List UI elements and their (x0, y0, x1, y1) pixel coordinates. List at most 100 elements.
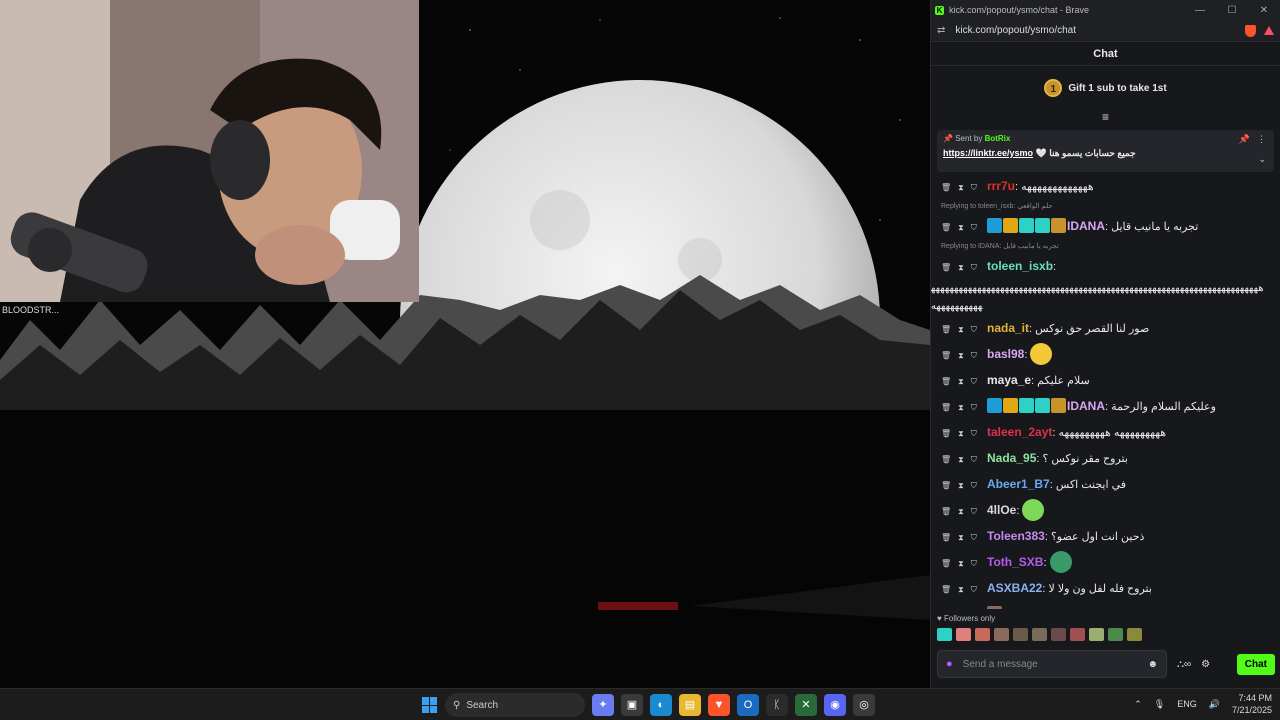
delete-icon[interactable]: 🗑 (941, 183, 951, 192)
ban-icon[interactable]: ⛉ (971, 559, 977, 568)
url-text[interactable]: kick.com/popout/ysmo/chat (955, 25, 1076, 36)
message-input[interactable]: ● Send a message ☻ (937, 650, 1167, 678)
timeout-icon[interactable]: ⧗ (958, 533, 964, 542)
terminal-icon[interactable]: ✕ (795, 694, 817, 716)
emote-icon[interactable] (1049, 551, 1072, 573)
timeout-icon[interactable]: ⧗ (958, 507, 964, 516)
minimize-button[interactable]: — (1184, 5, 1216, 16)
more-options-icon[interactable]: ⋮ (1257, 134, 1266, 145)
username[interactable]: Abeer1_B7 (987, 477, 1050, 491)
timeout-icon[interactable]: ⧗ (958, 183, 964, 192)
ban-icon[interactable]: ⛉ (971, 481, 977, 490)
timeout-icon[interactable]: ⧗ (958, 403, 964, 412)
taskbar-search[interactable]: ⚲ Search (445, 693, 585, 717)
clock[interactable]: 7:44 PM 7/21/2025 (1232, 692, 1272, 716)
timeout-icon[interactable]: ⧗ (958, 351, 964, 360)
outlook-icon[interactable]: O (737, 694, 759, 716)
mic-icon[interactable]: ● (946, 658, 953, 670)
username[interactable]: IDANA (1067, 399, 1105, 413)
chrome-icon[interactable]: ◎ (853, 694, 875, 716)
timeout-icon[interactable]: ⧗ (958, 223, 964, 232)
timeout-icon[interactable]: ⧗ (958, 429, 964, 438)
delete-icon[interactable]: 🗑 (941, 481, 951, 490)
pinned-link[interactable]: https://linktr.ee/ysmo (943, 148, 1033, 158)
delete-icon[interactable]: 🗑 (941, 585, 951, 594)
delete-icon[interactable]: 🗑 (941, 455, 951, 464)
delete-icon[interactable]: 🗑 (941, 351, 951, 360)
delete-icon[interactable]: 🗑 (941, 325, 951, 334)
username[interactable]: Nada_95 (987, 451, 1036, 465)
username[interactable]: 4llOe (987, 503, 1016, 517)
username[interactable]: rrr7u (987, 179, 1015, 193)
delete-icon[interactable]: 🗑 (941, 377, 951, 386)
send-chat-button[interactable]: Chat (1236, 653, 1275, 675)
discord-icon[interactable]: ◉ (824, 694, 846, 716)
microphone-icon[interactable]: 🎙 (1154, 699, 1165, 710)
kick-app-icon[interactable]: ᛕ (766, 694, 788, 716)
quick-emotes[interactable] (937, 628, 1142, 641)
emote-icon[interactable] (1030, 343, 1053, 365)
chevron-up-icon[interactable]: ⌃ (1134, 699, 1142, 710)
timeout-icon[interactable]: ⧗ (958, 585, 964, 594)
timeout-icon[interactable]: ⧗ (958, 377, 964, 386)
quick-emote-icon[interactable] (975, 628, 990, 641)
edge-icon[interactable]: ◐ (650, 694, 672, 716)
collapse-handle-icon[interactable]: ≡ (931, 110, 1280, 126)
ban-icon[interactable]: ⛉ (971, 403, 977, 412)
address-bar[interactable]: ⇄ kick.com/popout/ysmo/chat (931, 20, 1280, 42)
username[interactable]: Toth_SXB (987, 555, 1043, 569)
delete-icon[interactable]: 🗑 (941, 507, 951, 516)
ban-icon[interactable]: ⛉ (971, 263, 977, 272)
quick-emote-icon[interactable] (937, 628, 952, 641)
gift-sub-banner[interactable]: 1 Gift 1 sub to take 1st (931, 66, 1280, 110)
ban-icon[interactable]: ⛉ (971, 223, 977, 232)
ban-icon[interactable]: ⛉ (971, 351, 977, 360)
explorer-icon[interactable]: ▤ (679, 694, 701, 716)
pin-icon[interactable]: 📌 (1239, 134, 1250, 145)
ban-icon[interactable]: ⛉ (971, 325, 977, 334)
ban-icon[interactable]: ⛉ (971, 533, 977, 542)
quick-emote-icon[interactable] (994, 628, 1009, 641)
delete-icon[interactable]: 🗑 (941, 429, 951, 438)
delete-icon[interactable]: 🗑 (941, 533, 951, 542)
maximize-button[interactable]: ☐ (1216, 5, 1248, 16)
timeout-icon[interactable]: ⧗ (958, 559, 964, 568)
kicks-icon[interactable]: ⛬∞ (1177, 659, 1191, 670)
copilot-icon[interactable]: ✦ (592, 694, 614, 716)
site-settings-icon[interactable]: ⇄ (937, 25, 945, 36)
timeout-icon[interactable]: ⧗ (958, 455, 964, 464)
reply-context[interactable]: Replying to IDANA: تجربه يا مانيب قايل (941, 240, 1280, 254)
delete-icon[interactable]: 🗑 (941, 223, 951, 232)
chevron-down-icon[interactable]: ⌄ (1258, 154, 1266, 165)
ban-icon[interactable]: ⛉ (971, 183, 977, 192)
delete-icon[interactable]: 🗑 (941, 559, 951, 568)
username[interactable]: maya_e (987, 373, 1031, 387)
timeout-icon[interactable]: ⧗ (958, 481, 964, 490)
brave-rewards-icon[interactable] (1264, 26, 1274, 35)
chat-messages[interactable]: 🗑 ⧗ ⛉ rrr7u: هههههههههههههه Replying to tole… (931, 174, 1280, 609)
emoji-icon[interactable]: ☻ (1147, 659, 1158, 670)
timeout-icon[interactable]: ⧗ (958, 325, 964, 334)
quick-emote-icon[interactable] (1089, 628, 1104, 641)
quick-emote-icon[interactable] (1108, 628, 1123, 641)
username[interactable]: Toleen383 (987, 529, 1045, 543)
emote-icon[interactable] (1022, 499, 1045, 521)
username[interactable]: nada_it (987, 321, 1029, 335)
close-button[interactable]: ✕ (1248, 5, 1280, 16)
username[interactable]: taleen_2ayt (987, 425, 1052, 439)
delete-icon[interactable]: 🗑 (941, 263, 951, 272)
brave-icon[interactable]: ▼ (708, 694, 730, 716)
username[interactable]: ASXBA22 (987, 581, 1042, 595)
quick-emote-icon[interactable] (1127, 628, 1142, 641)
ban-icon[interactable]: ⛉ (971, 585, 977, 594)
ban-icon[interactable]: ⛉ (971, 507, 977, 516)
quick-emote-icon[interactable] (1051, 628, 1066, 641)
reply-context[interactable]: Replying to toleen_isxb: حلم الواقعي (941, 200, 1280, 214)
delete-icon[interactable]: 🗑 (941, 403, 951, 412)
ban-icon[interactable]: ⛉ (971, 455, 977, 464)
bot-name[interactable]: BotRix (985, 134, 1011, 143)
username[interactable]: toleen_isxb (987, 259, 1053, 273)
timeout-icon[interactable]: ⧗ (958, 263, 964, 272)
ban-icon[interactable]: ⛉ (971, 377, 977, 386)
language-indicator[interactable]: ENG (1177, 699, 1197, 709)
